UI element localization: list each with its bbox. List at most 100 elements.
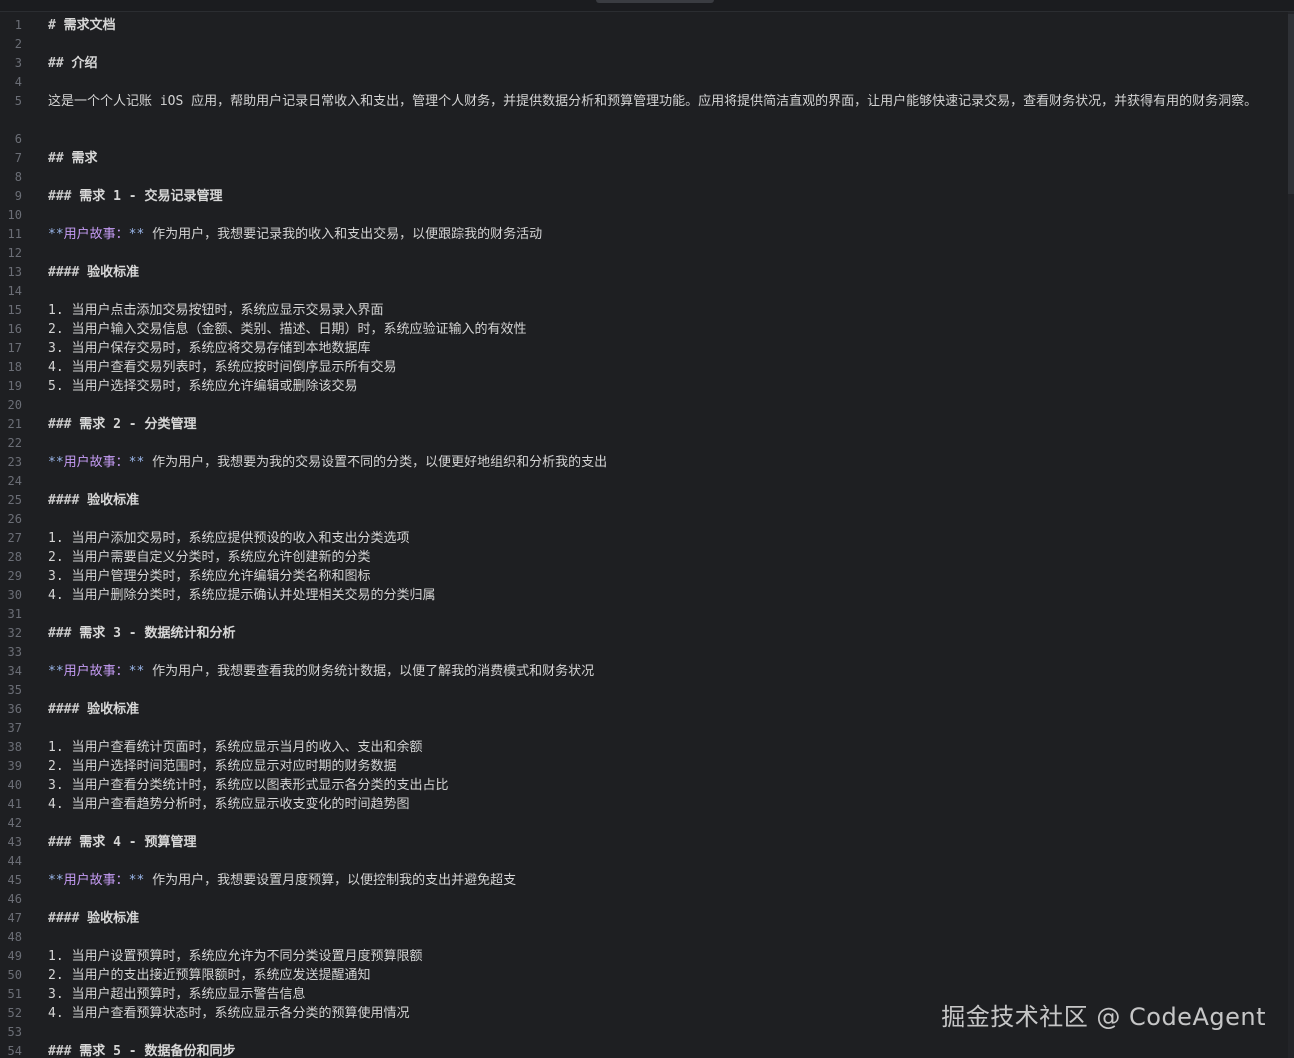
code-line[interactable]: 5 这是一个个人记账 iOS 应用，帮助用户记录日常收入和支出，管理个人财务，并提…	[0, 92, 1290, 130]
code-line[interactable]: 39 2. 当用户选择时间范围时，系统应显示对应时期的财务数据	[0, 757, 1290, 776]
code-line[interactable]: 45 **用户故事：** 作为用户，我想要设置月度预算，以便控制我的支出并避免超支	[0, 871, 1290, 890]
vertical-scrollbar-thumb[interactable]	[1288, 14, 1294, 194]
line-content: 3. 当用户查看分类统计时，系统应以图表形式显示各分类的支出占比	[48, 778, 449, 793]
line-content: **用户故事：** 作为用户，我想要为我的交易设置不同的分类，以便更好地组织和分…	[48, 453, 607, 472]
code-line[interactable]: 26	[0, 510, 1290, 529]
code-line[interactable]: 18 4. 当用户查看交易列表时，系统应按时间倒序显示所有交易	[0, 358, 1290, 377]
heading-text: 验收标准	[79, 493, 140, 508]
line-number: 39	[7, 759, 22, 773]
line-content: #### 验收标准	[48, 909, 139, 928]
code-line[interactable]: 47 #### 验收标准	[0, 909, 1290, 928]
heading-text: 验收标准	[79, 702, 140, 717]
code-line[interactable]: 19 5. 当用户选择交易时，系统应允许编辑或删除该交易	[0, 377, 1290, 396]
bold-label: **用户故事：**	[48, 873, 144, 888]
heading-text: 验收标准	[79, 911, 140, 926]
code-line[interactable]: 13 #### 验收标准	[0, 263, 1290, 282]
code-line[interactable]: 40 3. 当用户查看分类统计时，系统应以图表形式显示各分类的支出占比	[0, 776, 1290, 795]
code-line[interactable]: 33	[0, 643, 1290, 662]
bold-marker: **	[48, 227, 64, 242]
code-line[interactable]: 24	[0, 472, 1290, 491]
code-line[interactable]: 27 1. 当用户添加交易时，系统应提供预设的收入和支出分类选项	[0, 529, 1290, 548]
line-number: 42	[7, 816, 22, 830]
code-line[interactable]: 12	[0, 244, 1290, 263]
code-line[interactable]: 28 2. 当用户需要自定义分类时，系统应允许创建新的分类	[0, 548, 1290, 567]
code-line[interactable]: 3 ## 介绍	[0, 54, 1290, 73]
line-number: 40	[7, 778, 22, 792]
line-content: ### 需求 4 - 预算管理	[48, 833, 196, 852]
line-content: 3. 当用户管理分类时，系统应允许编辑分类名称和图标	[48, 569, 371, 584]
line-content: ### 需求 1 - 交易记录管理	[48, 187, 222, 206]
line-number: 10	[7, 208, 22, 222]
code-line[interactable]: 49 1. 当用户设置预算时，系统应允许为不同分类设置月度预算限额	[0, 947, 1290, 966]
tab-indicator[interactable]	[596, 0, 714, 3]
code-line[interactable]: 36 #### 验收标准	[0, 700, 1290, 719]
line-number: 17	[7, 341, 22, 355]
code-line[interactable]: 37	[0, 719, 1290, 738]
heading-marker: ####	[48, 702, 80, 717]
code-line[interactable]: 21 ### 需求 2 - 分类管理	[0, 415, 1290, 434]
bold-marker: **	[48, 455, 64, 470]
code-line[interactable]: 15 1. 当用户点击添加交易按钮时，系统应显示交易录入界面	[0, 301, 1290, 320]
user-story-label: 用户故事：	[63, 227, 129, 242]
code-line[interactable]: 48	[0, 928, 1290, 947]
code-line[interactable]: 2	[0, 35, 1290, 54]
code-line[interactable]: 7 ## 需求	[0, 149, 1290, 168]
code-line[interactable]: 20	[0, 396, 1290, 415]
heading-marker: ###	[48, 835, 72, 850]
code-line[interactable]: 25 #### 验收标准	[0, 491, 1290, 510]
line-content: #### 验收标准	[48, 491, 139, 510]
code-line[interactable]: 8	[0, 168, 1290, 187]
code-line[interactable]: 44	[0, 852, 1290, 871]
line-content: **用户故事：** 作为用户，我想要查看我的财务统计数据，以便了解我的消费模式和…	[48, 662, 594, 681]
code-line[interactable]: 1 # 需求文档	[0, 16, 1290, 35]
line-number: 45	[7, 873, 22, 887]
code-line[interactable]: 41 4. 当用户查看趋势分析时，系统应显示收支变化的时间趋势图	[0, 795, 1290, 814]
code-line[interactable]: 30 4. 当用户删除分类时，系统应提示确认并处理相关交易的分类归属	[0, 586, 1290, 605]
code-line[interactable]: 43 ### 需求 4 - 预算管理	[0, 833, 1290, 852]
line-number: 28	[7, 550, 22, 564]
line-content: ### 需求 3 - 数据统计和分析	[48, 624, 235, 643]
line-number: 36	[7, 702, 22, 716]
line-number: 34	[7, 664, 22, 678]
line-content: **用户故事：** 作为用户，我想要记录我的收入和支出交易，以便跟踪我的财务活动	[48, 225, 542, 244]
line-number: 44	[7, 854, 22, 868]
code-line[interactable]: 42	[0, 814, 1290, 833]
code-line[interactable]: 29 3. 当用户管理分类时，系统应允许编辑分类名称和图标	[0, 567, 1290, 586]
code-line[interactable]: 54 ### 需求 5 - 数据备份和同步	[0, 1042, 1290, 1058]
line-content: 4. 当用户查看趋势分析时，系统应显示收支变化的时间趋势图	[48, 797, 410, 812]
line-number: 24	[7, 474, 22, 488]
line-number: 27	[7, 531, 22, 545]
line-number: 15	[7, 303, 22, 317]
line-number: 2	[14, 37, 22, 51]
code-lines[interactable]: 1 # 需求文档 2 3 ## 介绍 4 5 这是一个个人记账 iOS 应用，帮助用户记录日常…	[0, 16, 1290, 1058]
line-number: 21	[7, 417, 22, 431]
user-story-text: 作为用户，我想要为我的交易设置不同的分类，以便更好地组织和分析我的支出	[144, 455, 608, 470]
line-number: 29	[7, 569, 22, 583]
code-line[interactable]: 32 ### 需求 3 - 数据统计和分析	[0, 624, 1290, 643]
code-line[interactable]: 9 ### 需求 1 - 交易记录管理	[0, 187, 1290, 206]
user-story-text: 作为用户，我想要设置月度预算，以便控制我的支出并避免超支	[144, 873, 517, 888]
line-number: 6	[14, 132, 22, 146]
line-content: ### 需求 2 - 分类管理	[48, 415, 196, 434]
code-line[interactable]: 11 **用户故事：** 作为用户，我想要记录我的收入和支出交易，以便跟踪我的财务…	[0, 225, 1290, 244]
code-line[interactable]: 17 3. 当用户保存交易时，系统应将交易存储到本地数据库	[0, 339, 1290, 358]
code-line[interactable]: 46	[0, 890, 1290, 909]
line-number: 26	[7, 512, 22, 526]
code-line[interactable]: 50 2. 当用户的支出接近预算限额时，系统应发送提醒通知	[0, 966, 1290, 985]
code-line[interactable]: 23 **用户故事：** 作为用户，我想要为我的交易设置不同的分类，以便更好地组织…	[0, 453, 1290, 472]
code-line[interactable]: 38 1. 当用户查看统计页面时，系统应显示当月的收入、支出和余额	[0, 738, 1290, 757]
code-line[interactable]: 16 2. 当用户输入交易信息（金额、类别、描述、日期）时，系统应验证输入的有效性	[0, 320, 1290, 339]
line-content: 这是一个个人记账 iOS 应用，帮助用户记录日常收入和支出，管理个人财务，并提供…	[48, 94, 1258, 109]
code-line[interactable]: 14	[0, 282, 1290, 301]
line-number: 31	[7, 607, 22, 621]
code-line[interactable]: 4	[0, 73, 1290, 92]
code-line[interactable]: 34 **用户故事：** 作为用户，我想要查看我的财务统计数据，以便了解我的消费模…	[0, 662, 1290, 681]
markdown-editor[interactable]: 1 # 需求文档 2 3 ## 介绍 4 5 这是一个个人记账 iOS 应用，帮助用户记录日常…	[0, 0, 1294, 1058]
code-line[interactable]: 35	[0, 681, 1290, 700]
code-line[interactable]: 22	[0, 434, 1290, 453]
line-number: 22	[7, 436, 22, 450]
code-line[interactable]: 6	[0, 130, 1290, 149]
code-line[interactable]: 10	[0, 206, 1290, 225]
line-number: 41	[7, 797, 22, 811]
code-line[interactable]: 31	[0, 605, 1290, 624]
